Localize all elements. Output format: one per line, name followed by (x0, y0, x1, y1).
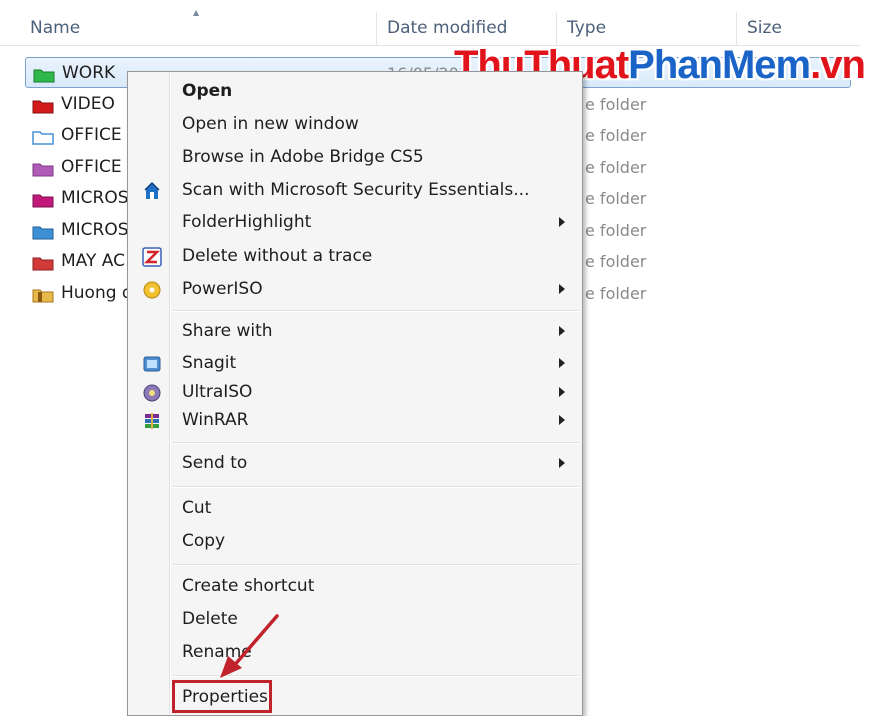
file-name: Huong d (61, 283, 133, 303)
menu-item-rename[interactable]: Rename (131, 637, 579, 667)
security-essentials-icon (144, 181, 160, 199)
menu-item-cut[interactable]: Cut (131, 493, 579, 523)
menu-item-snagit[interactable]: Snagit (131, 348, 579, 378)
menu-separator (173, 564, 579, 566)
menu-item-label: Open (182, 81, 233, 101)
menu-separator (173, 486, 579, 488)
folder-icon (32, 194, 54, 208)
menu-item-browse-bridge[interactable]: Browse in Adobe Bridge CS5 (131, 142, 579, 172)
menu-item-label: Browse in Adobe Bridge CS5 (182, 147, 424, 167)
file-type: e folder (585, 158, 647, 177)
file-name: WORK (62, 63, 116, 83)
submenu-arrow-icon (559, 284, 565, 294)
menu-item-label: UltraISO (182, 382, 253, 402)
menu-item-create-shortcut[interactable]: Create shortcut (131, 571, 579, 601)
watermark-part-2: PhanMem (628, 43, 811, 87)
poweriso-icon (143, 281, 161, 299)
menu-item-folderhighlight[interactable]: FolderHighlight (131, 207, 579, 237)
submenu-arrow-icon (559, 358, 565, 368)
menu-separator (173, 442, 579, 444)
ultraiso-icon (143, 384, 161, 402)
menu-item-label: Cut (182, 498, 212, 518)
menu-separator (173, 310, 579, 312)
file-type: e folder (585, 189, 647, 208)
menu-item-send-to[interactable]: Send to (131, 448, 579, 478)
file-name: MAY AC (61, 251, 125, 271)
file-name: VIDEO (61, 94, 115, 114)
submenu-arrow-icon (559, 326, 565, 336)
folder-icon (32, 100, 54, 114)
menu-item-share-with[interactable]: Share with (131, 316, 579, 346)
folder-icon (32, 131, 54, 145)
menu-item-copy[interactable]: Copy (131, 526, 579, 556)
menu-item-label: Share with (182, 321, 273, 341)
submenu-arrow-icon (559, 458, 565, 468)
menu-item-ultraiso[interactable]: UltraISO (131, 377, 579, 407)
menu-item-label: FolderHighlight (182, 212, 312, 232)
snagit-icon (143, 356, 161, 372)
folder-icon (32, 289, 54, 303)
menu-item-winrar[interactable]: WinRAR (131, 405, 579, 435)
winrar-icon (145, 413, 159, 429)
context-menu: Open Open in new window Browse in Adobe … (127, 71, 583, 716)
file-type: e folder (585, 95, 647, 114)
folder-icon (33, 69, 55, 83)
submenu-arrow-icon (559, 217, 565, 227)
column-name[interactable]: Name (20, 12, 377, 45)
file-type: e folder (585, 221, 647, 240)
menu-item-scan-security[interactable]: Scan with Microsoft Security Essentials.… (131, 175, 579, 205)
properties-highlight-box (172, 680, 272, 713)
menu-item-open[interactable]: Open (131, 76, 579, 106)
submenu-arrow-icon (559, 415, 565, 425)
menu-item-label: Scan with Microsoft Security Essentials.… (182, 180, 530, 200)
file-type: e folder (585, 126, 647, 145)
menu-item-delete-trace[interactable]: Delete without a trace (131, 241, 579, 271)
file-type: e folder (585, 252, 647, 271)
menu-item-label: PowerISO (182, 279, 263, 299)
folder-icon (32, 163, 54, 177)
submenu-arrow-icon (559, 387, 565, 397)
menu-item-label: Send to (182, 453, 248, 473)
file-type: e folder (585, 284, 647, 303)
menu-item-delete[interactable]: Delete (131, 604, 579, 634)
watermark-part-3: .vn (810, 43, 866, 87)
menu-item-open-new-window[interactable]: Open in new window (131, 109, 579, 139)
zip-z-icon (142, 247, 162, 267)
menu-item-label: Copy (182, 531, 226, 551)
folder-icon (32, 257, 54, 271)
explorer-window: ▲ Name Date modified Type Size WORK 16/0… (0, 0, 870, 716)
menu-item-poweriso[interactable]: PowerISO (131, 274, 579, 304)
menu-item-label: Create shortcut (182, 576, 315, 596)
menu-item-label: Snagit (182, 353, 237, 373)
file-name: MICROS (61, 220, 129, 240)
menu-item-label: Delete without a trace (182, 246, 373, 266)
folder-icon (32, 226, 54, 240)
file-name: MICROS (61, 188, 129, 208)
menu-item-label: Open in new window (182, 114, 359, 134)
menu-item-label: WinRAR (182, 410, 249, 430)
pointer-arrow-icon (220, 614, 279, 678)
